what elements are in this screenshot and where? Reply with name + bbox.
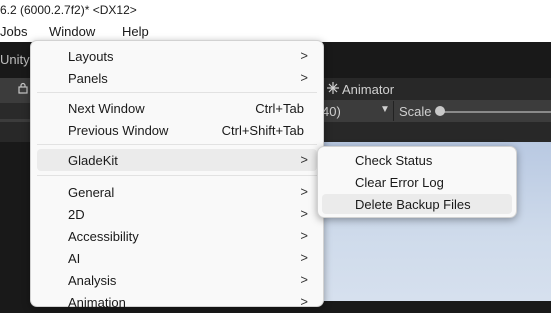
menu-item-shortcut: Ctrl+Shift+Tab bbox=[221, 123, 304, 138]
menu-item-layouts[interactable]: Layouts > bbox=[37, 45, 317, 67]
menu-item-label: Animation bbox=[68, 295, 126, 310]
window-dropdown-menu: Layouts > Panels > Next Window Ctrl+Tab … bbox=[30, 40, 324, 310]
menu-item-label: General bbox=[68, 185, 115, 200]
chevron-right-icon: > bbox=[300, 184, 308, 199]
lock-icon[interactable] bbox=[17, 82, 29, 94]
menu-item-label: Accessibility bbox=[68, 229, 139, 244]
submenu-item-label: Clear Error Log bbox=[355, 175, 444, 190]
menu-item-panels[interactable]: Panels > bbox=[37, 67, 317, 89]
resolution-text: 40) bbox=[322, 104, 341, 119]
menu-item-analysis[interactable]: Analysis > bbox=[37, 269, 317, 291]
menu-item-label: Layouts bbox=[68, 49, 114, 64]
menu-item-label: AI bbox=[68, 251, 81, 266]
toolbar-divider bbox=[393, 101, 394, 121]
menu-item-accessibility[interactable]: Accessibility > bbox=[37, 225, 317, 247]
menu-item-animation[interactable]: Animation > bbox=[37, 291, 317, 313]
menu-item-ai[interactable]: AI > bbox=[37, 247, 317, 269]
menu-item-general[interactable]: General > bbox=[37, 181, 317, 203]
menu-item-label: Panels bbox=[68, 71, 108, 86]
menu-item-label: 2D bbox=[68, 207, 85, 222]
animator-icon bbox=[326, 81, 340, 98]
menu-window[interactable]: Window bbox=[49, 24, 95, 39]
unity-label: Unity bbox=[0, 52, 30, 67]
submenu-item-delete-backup-files[interactable]: Delete Backup Files bbox=[322, 194, 512, 214]
dropdown-caret-icon: ▼ bbox=[380, 104, 390, 115]
scale-slider-track[interactable] bbox=[440, 111, 551, 113]
scale-label: Scale bbox=[399, 104, 432, 119]
chevron-right-icon: > bbox=[300, 152, 308, 167]
chevron-right-icon: > bbox=[300, 70, 308, 85]
menu-item-label: Analysis bbox=[68, 273, 117, 288]
menu-item-2d[interactable]: 2D > bbox=[37, 203, 317, 225]
scale-slider-thumb[interactable] bbox=[435, 106, 445, 116]
menu-bar: Jobs Window Help bbox=[0, 20, 551, 42]
submenu-item-label: Delete Backup Files bbox=[355, 197, 471, 212]
menu-separator bbox=[37, 175, 317, 176]
submenu-item-clear-error-log[interactable]: Clear Error Log bbox=[322, 172, 512, 192]
menu-item-label: GladeKit bbox=[68, 153, 118, 168]
chevron-right-icon: > bbox=[300, 250, 308, 265]
menu-jobs[interactable]: Jobs bbox=[0, 24, 27, 39]
menu-item-label: Previous Window bbox=[68, 123, 169, 138]
menu-separator bbox=[37, 92, 317, 93]
menu-separator bbox=[37, 144, 317, 145]
chevron-right-icon: > bbox=[300, 206, 308, 221]
chevron-right-icon: > bbox=[300, 228, 308, 243]
menu-item-shortcut: Ctrl+Tab bbox=[255, 101, 304, 116]
title-bar: 6.2 (6000.2.7f2)* <DX12> bbox=[0, 0, 551, 20]
chevron-right-icon: > bbox=[300, 48, 308, 63]
menu-item-gladekit[interactable]: GladeKit > bbox=[37, 149, 317, 171]
toolbar-field bbox=[0, 103, 30, 119]
gladekit-submenu: Check Status Clear Error Log Delete Back… bbox=[317, 146, 517, 218]
menu-help[interactable]: Help bbox=[122, 24, 149, 39]
chevron-right-icon: > bbox=[300, 272, 308, 287]
menu-item-previous-window[interactable]: Previous Window Ctrl+Shift+Tab bbox=[37, 119, 317, 141]
window-title: 6.2 (6000.2.7f2)* <DX12> bbox=[0, 3, 137, 17]
submenu-item-label: Check Status bbox=[355, 153, 433, 168]
tab-animator[interactable]: Animator bbox=[342, 82, 394, 97]
menu-item-next-window[interactable]: Next Window Ctrl+Tab bbox=[37, 97, 317, 119]
menu-item-label: Next Window bbox=[68, 101, 145, 116]
submenu-item-check-status[interactable]: Check Status bbox=[322, 150, 512, 170]
chevron-right-icon: > bbox=[300, 294, 308, 309]
